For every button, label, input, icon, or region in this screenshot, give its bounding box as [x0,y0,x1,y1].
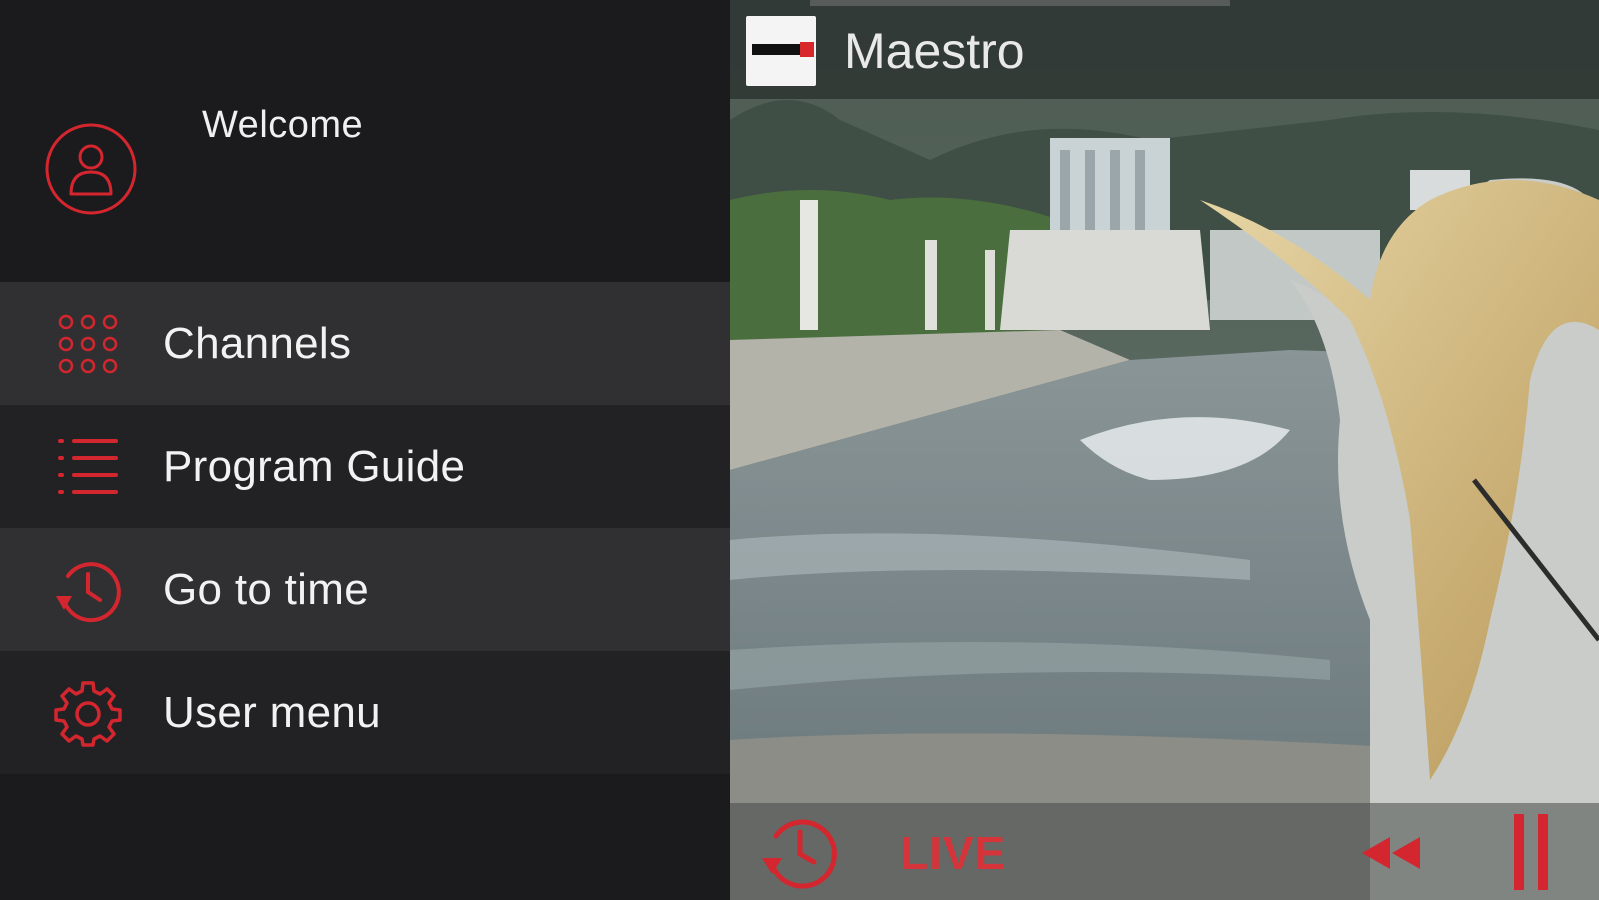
user-avatar-icon[interactable] [44,122,138,216]
profile-header: Welcome [0,0,730,282]
rewind-icon[interactable] [1360,835,1422,871]
welcome-text: Welcome [202,104,364,146]
menu-label-channels: Channels [163,318,352,368]
sidebar: Welcome Channels Program Guide Go to tim… [0,0,730,900]
channel-title: Maestro [844,23,1025,79]
menu-item-program-guide[interactable]: Program Guide [0,405,730,528]
video-player[interactable]: Maestro LIVE [730,0,1599,900]
menu-label-user-menu: User menu [163,687,381,737]
menu-item-channels[interactable]: Channels [0,282,730,405]
channel-logo-bar [752,44,802,55]
channel-logo [746,16,816,86]
playback-control-bar [730,803,1599,900]
player-header: Maestro [730,0,1599,99]
menu-label-go-to-time: Go to time [163,564,369,614]
list-icon [58,438,118,494]
live-label[interactable]: LIVE [900,826,1006,880]
pause-icon[interactable] [1512,812,1552,892]
channel-logo-badge [800,42,814,57]
history-clock-icon [56,561,121,622]
video-frame [730,0,1599,900]
gear-icon [54,680,122,747]
main-menu: Channels Program Guide Go to time User m… [0,282,730,774]
timeshift-clock-icon[interactable] [760,812,840,892]
grid-dots-icon [58,314,118,373]
menu-item-go-to-time[interactable]: Go to time [0,528,730,651]
menu-label-program-guide: Program Guide [163,441,466,491]
menu-item-user-menu[interactable]: User menu [0,651,730,774]
